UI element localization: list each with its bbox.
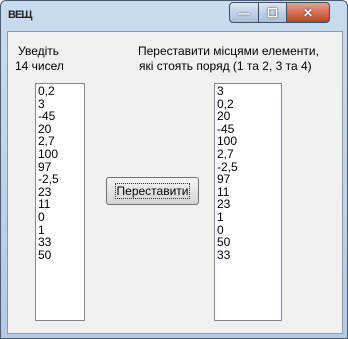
client-area: Уведіть 14 чисел Переставити місцями еле…	[7, 31, 343, 334]
input-label-line2: 14 чисел	[15, 59, 64, 73]
maximize-icon: ☐	[267, 5, 278, 20]
list-item[interactable]: 1	[217, 211, 279, 224]
list-item[interactable]: 50	[38, 249, 82, 262]
close-button[interactable]: ✕	[286, 2, 330, 23]
app-icon: ВЕЩ	[8, 9, 32, 21]
list-item[interactable]: 33	[217, 249, 279, 262]
list-item[interactable]: -45	[38, 110, 82, 123]
list-item[interactable]: 0	[38, 211, 82, 224]
close-icon: ✕	[302, 5, 314, 20]
app-window: ВЕЩ — ☐ ✕ Уведіть 14 чисел Переставити м…	[0, 0, 348, 339]
output-listbox[interactable]: 3 0,2 20 -45 100 2,7 -2,5 97 11 23 1 0 50 33	[214, 83, 282, 321]
instruction-label-line1: Переставити місцями елементи,	[138, 44, 319, 58]
minimize-icon: —	[238, 5, 250, 20]
list-item[interactable]: -2,5	[38, 173, 82, 186]
title-bar[interactable]: ВЕЩ — ☐ ✕	[1, 1, 347, 31]
list-item[interactable]: 2,7	[217, 148, 279, 161]
list-item[interactable]: 23	[217, 198, 279, 211]
instruction-label-line2: які стоять поряд (1 та 2, 3 та 4)	[139, 59, 312, 73]
swap-button-label: Переставити	[114, 183, 191, 199]
list-item[interactable]: 100	[38, 148, 82, 161]
input-label-line1: Уведіть	[18, 44, 60, 58]
swap-button[interactable]: Переставити	[106, 177, 199, 205]
minimize-button[interactable]: —	[229, 2, 259, 23]
list-item[interactable]: 0,2	[38, 85, 82, 98]
list-item[interactable]: 20	[217, 110, 279, 123]
list-item[interactable]: 97	[217, 173, 279, 186]
list-item[interactable]: 33	[38, 236, 82, 249]
list-item[interactable]: 50	[217, 236, 279, 249]
list-item[interactable]: 3	[217, 85, 279, 98]
input-listbox[interactable]: 0,2 3 -45 20 2,7 100 97 -2,5 23 11 0 1 33 50	[35, 83, 85, 321]
maximize-button[interactable]: ☐	[258, 2, 287, 23]
